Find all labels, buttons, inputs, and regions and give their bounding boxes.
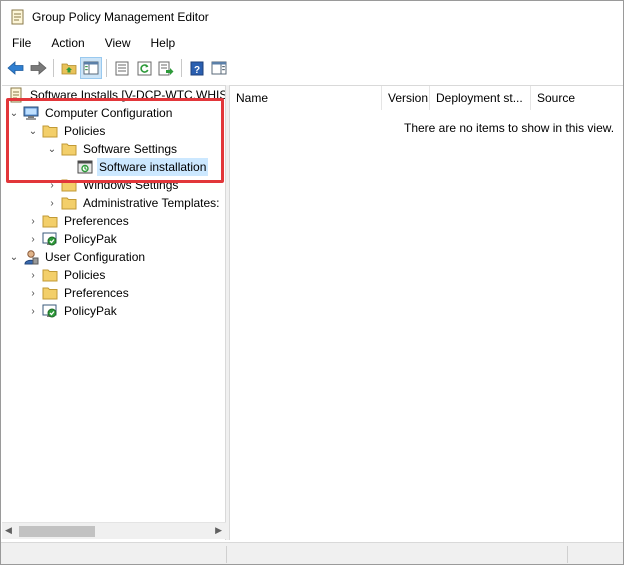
help-icon: ? [190, 61, 204, 76]
window-title: Group Policy Management Editor [32, 9, 209, 24]
tree-node-uc-preferences[interactable]: › Preferences [27, 284, 131, 302]
refresh-icon [137, 61, 151, 75]
up-folder-icon [61, 63, 77, 75]
policypak-icon [42, 232, 57, 246]
back-button[interactable] [5, 57, 27, 79]
chevron-right-icon[interactable]: › [46, 176, 58, 194]
export-list-button[interactable] [155, 57, 177, 79]
back-icon [7, 61, 24, 75]
tree-node-label: User Configuration [45, 250, 146, 264]
folder-icon [42, 215, 58, 228]
gpo-document-icon [10, 87, 22, 103]
tree-node-cc-admin-templates[interactable]: › Administrative Templates: [46, 194, 222, 212]
tree-node-label: Computer Configuration [45, 106, 173, 120]
show-hide-action-pane-button[interactable] [208, 57, 230, 79]
export-list-icon [158, 61, 174, 75]
show-hide-tree-icon [83, 61, 99, 75]
folder-icon [61, 179, 77, 192]
status-bar-divider [567, 546, 568, 563]
console-tree[interactable]: Software Installs [V-DCP-WTC.WHISK ⌄ Com… [2, 85, 226, 540]
menu-view[interactable]: View [95, 32, 141, 54]
scrollbar-thumb[interactable] [19, 526, 95, 537]
tree-node-label: PolicyPak [64, 232, 117, 246]
properties-button[interactable] [111, 57, 133, 79]
column-header-deployment-state[interactable]: Deployment st... [430, 86, 531, 110]
status-bar-divider [226, 546, 227, 563]
chevron-down-icon[interactable]: ⌄ [8, 248, 20, 266]
scroll-right-icon[interactable]: ▶ [215, 525, 222, 536]
folder-icon [42, 287, 58, 300]
up-one-level-button[interactable] [58, 57, 80, 79]
tree-node-uc-policypak[interactable]: › PolicyPak [27, 302, 119, 320]
show-hide-console-tree-button[interactable] [80, 57, 102, 79]
folder-icon [42, 125, 58, 138]
details-list[interactable]: Name Version Deployment st... Source The… [230, 85, 623, 540]
column-header-source[interactable]: Source [531, 86, 623, 110]
tree-node-label: Policies [64, 124, 106, 138]
refresh-button[interactable] [133, 57, 155, 79]
forward-icon [30, 61, 47, 75]
tree-horizontal-scrollbar[interactable]: ◀ ▶ [2, 522, 226, 539]
tree-node-label: Software installation [97, 158, 209, 176]
list-header: Name Version Deployment st... Source [230, 86, 623, 110]
menu-bar: File Action View Help [1, 32, 623, 54]
title-bar: Group Policy Management Editor [1, 1, 623, 32]
software-installation-icon [77, 160, 93, 174]
toolbar-separator [181, 59, 182, 77]
toolbar: ? [1, 56, 623, 80]
svg-text:?: ? [194, 65, 200, 76]
toolbar-separator [106, 59, 107, 77]
folder-icon [42, 269, 58, 282]
forward-button[interactable] [27, 57, 49, 79]
tree-node-label: Software Settings [83, 142, 178, 156]
empty-list-message: There are no items to show in this view. [404, 121, 615, 135]
gpo-editor-icon [11, 9, 24, 24]
chevron-right-icon[interactable]: › [27, 302, 39, 320]
scroll-left-icon[interactable]: ◀ [5, 525, 12, 536]
computer-icon [23, 106, 39, 120]
chevron-down-icon[interactable]: ⌄ [46, 140, 58, 158]
chevron-right-icon[interactable]: › [27, 230, 39, 248]
menu-help[interactable]: Help [141, 32, 186, 54]
menu-file[interactable]: File [1, 32, 41, 54]
properties-icon [115, 61, 129, 75]
tree-node-root[interactable]: Software Installs [V-DCP-WTC.WHISK [8, 86, 226, 104]
folder-icon [61, 143, 77, 156]
tree-node-label: Administrative Templates: [83, 196, 220, 210]
tree-node-cc-policies[interactable]: ⌄ Policies [27, 122, 107, 140]
tree-node-cc-windows-settings[interactable]: › Windows Settings [46, 176, 180, 194]
tree-node-label: Windows Settings [83, 178, 179, 192]
user-icon [24, 250, 39, 265]
policypak-icon [42, 304, 57, 318]
chevron-right-icon[interactable]: › [27, 284, 39, 302]
tree-node-cc-preferences[interactable]: › Preferences [27, 212, 131, 230]
tree-node-cc-software-settings[interactable]: ⌄ Software Settings [46, 140, 179, 158]
tree-node-label: Software Installs [V-DCP-WTC.WHISK [30, 88, 226, 102]
menu-action[interactable]: Action [41, 32, 94, 54]
help-button[interactable]: ? [186, 57, 208, 79]
status-bar [1, 542, 623, 564]
chevron-right-icon[interactable]: › [27, 266, 39, 284]
tree-node-label: Preferences [64, 286, 129, 300]
chevron-right-icon[interactable]: › [46, 194, 58, 212]
folder-icon [61, 197, 77, 210]
tree-node-user-configuration[interactable]: ⌄ User Configuration [8, 248, 147, 266]
tree-node-label: PolicyPak [64, 304, 117, 318]
app-window: Group Policy Management Editor File Acti… [0, 0, 624, 565]
tree-node-cc-policypak[interactable]: › PolicyPak [27, 230, 119, 248]
toolbar-separator [53, 59, 54, 77]
column-header-version[interactable]: Version [382, 86, 430, 110]
chevron-down-icon[interactable]: ⌄ [27, 122, 39, 140]
action-pane-icon [211, 61, 227, 75]
tree-node-label: Policies [64, 268, 106, 282]
chevron-down-icon[interactable]: ⌄ [8, 104, 20, 122]
tree-node-label: Preferences [64, 214, 129, 228]
tree-node-uc-policies[interactable]: › Policies [27, 266, 107, 284]
column-header-name[interactable]: Name [230, 86, 382, 110]
chevron-right-icon[interactable]: › [27, 212, 39, 230]
tree-node-cc-software-installation[interactable]: Software installation [77, 158, 209, 176]
tree-node-computer-configuration[interactable]: ⌄ Computer Configuration [8, 104, 174, 122]
